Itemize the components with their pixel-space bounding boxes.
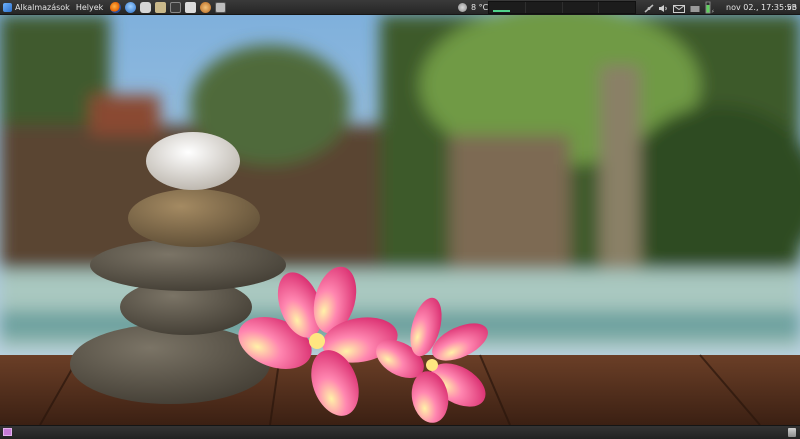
user-menu[interactable]: vb bbox=[787, 0, 797, 15]
places-menu[interactable]: Helyek bbox=[73, 0, 106, 15]
weather-applet[interactable]: 8 °C bbox=[458, 0, 488, 15]
desktop-wallpaper bbox=[0, 15, 800, 425]
applications-menu-label: Alkalmazások bbox=[15, 2, 70, 12]
keyboard-icon[interactable] bbox=[690, 3, 700, 12]
network-icon[interactable] bbox=[644, 3, 654, 13]
swap-graph bbox=[599, 2, 635, 13]
show-desktop-icon[interactable] bbox=[3, 428, 12, 436]
system-monitor[interactable] bbox=[488, 1, 636, 14]
text-editor-icon[interactable] bbox=[185, 1, 197, 13]
volume-icon[interactable] bbox=[658, 3, 668, 12]
applications-menu[interactable]: Alkalmazások bbox=[0, 0, 73, 15]
network-graph bbox=[563, 2, 600, 13]
cpu-graph bbox=[489, 2, 526, 13]
firefox-icon[interactable] bbox=[110, 1, 122, 13]
places-menu-label: Helyek bbox=[75, 2, 104, 12]
screenshot-icon[interactable] bbox=[215, 1, 227, 13]
distro-logo-icon bbox=[3, 2, 12, 12]
terminal-icon[interactable] bbox=[170, 1, 182, 13]
trash-icon[interactable] bbox=[788, 428, 796, 437]
memory-graph bbox=[526, 2, 563, 13]
weather-temperature: 8 °C bbox=[471, 3, 489, 12]
bottom-panel bbox=[0, 425, 800, 439]
file-manager-icon[interactable] bbox=[155, 1, 167, 13]
battery-icon[interactable]: ⚡ bbox=[704, 1, 715, 15]
cpu-load-bar bbox=[493, 10, 510, 12]
thunderbird-icon[interactable] bbox=[125, 1, 137, 13]
media-player-icon[interactable] bbox=[140, 1, 152, 13]
burner-icon[interactable] bbox=[200, 1, 212, 13]
mail-icon[interactable] bbox=[673, 3, 685, 13]
svg-text:⚡: ⚡ bbox=[711, 9, 714, 14]
launcher-bar bbox=[108, 1, 228, 13]
top-panel: Alkalmazások Helyek 8 °C ⚡ nov 02., 17:3 bbox=[0, 0, 800, 15]
cloud-sun-icon bbox=[458, 3, 467, 12]
